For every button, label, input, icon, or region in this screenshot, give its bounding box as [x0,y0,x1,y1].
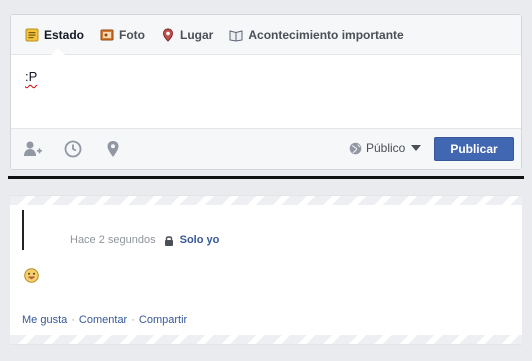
post-actions: Me gusta · Comentar · Compartir [22,314,187,326]
like-link[interactable]: Me gusta [22,314,67,326]
post-top-border [10,196,522,205]
post-timestamp[interactable]: Hace 2 segundos [70,234,156,246]
globe-icon [349,142,362,154]
tab-acontecimiento[interactable]: Acontecimiento importante [229,27,404,42]
post-bottom-border [10,335,522,344]
chevron-down-icon [411,145,422,151]
status-icon [25,28,39,41]
tongue-emoji-icon [24,268,39,283]
share-link[interactable]: Compartir [139,314,187,326]
separator-dot: · [131,314,135,326]
photo-icon [100,29,114,40]
tab-foto[interactable]: Foto [100,28,145,42]
status-text: :P [25,69,38,84]
tab-estado[interactable]: Estado [25,28,84,42]
composer-footer: Público Publicar [11,128,521,169]
separator-line [8,176,524,179]
place-icon [163,27,174,42]
publish-button[interactable]: Publicar [434,137,514,161]
active-tab-pointer [51,48,65,55]
audience-selector[interactable]: Solo yo [180,234,220,246]
life-event-icon [229,29,243,42]
clock-icon[interactable] [63,139,83,159]
composer: Estado Foto Lugar Acontecimiento importa… [10,14,522,170]
status-textarea[interactable]: :P [11,55,521,128]
comment-link[interactable]: Comentar [79,314,127,326]
composer-tabs: Estado Foto Lugar Acontecimiento importa… [11,15,521,55]
tab-label: Lugar [180,27,214,42]
privacy-label: Público [366,141,406,155]
tab-label: Estado [44,27,85,42]
tab-label: Foto [119,27,146,42]
post-left-bar [22,210,24,250]
lock-icon [164,235,173,246]
privacy-selector[interactable]: Público [349,141,422,155]
location-icon[interactable] [103,139,123,159]
tab-label: Acontecimiento importante [248,27,404,42]
post-card: Hace 2 segundos Solo yo Me gusta · Comen… [10,195,522,345]
post-meta: Hace 2 segundos Solo yo [70,234,219,246]
separator-dot: · [71,314,75,326]
tab-lugar[interactable]: Lugar [161,28,213,42]
tag-friends-icon[interactable] [23,139,43,159]
